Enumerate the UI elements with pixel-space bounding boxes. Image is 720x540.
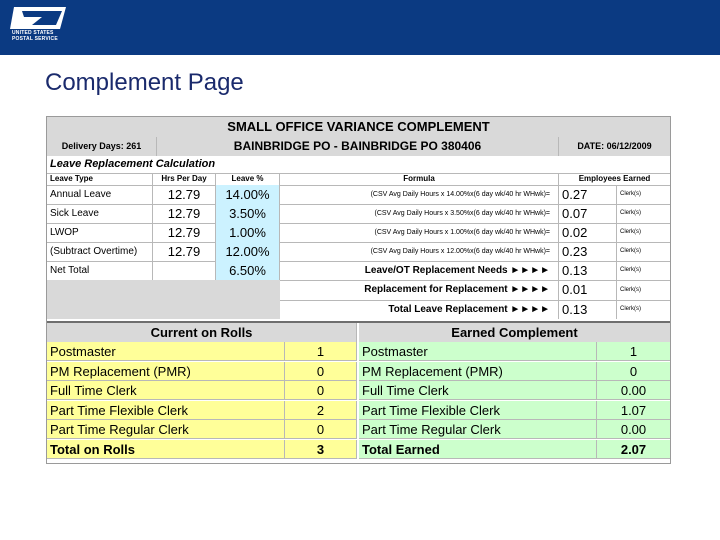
earned-complement-label: Total Earned — [359, 439, 597, 459]
earned-unit: Clerk(s) — [620, 229, 641, 235]
current-rolls-label: Part Time Regular Clerk — [47, 420, 285, 439]
sheet-title: SMALL OFFICE VARIANCE COMPLEMENT — [47, 117, 670, 137]
earned-complement-value: 2.07 — [597, 439, 670, 459]
employees-earned: 0.07 — [559, 204, 617, 223]
current-rolls-value: 0 — [285, 420, 357, 439]
replacement-row: Replacement for Replacement ►►►► 0.01 Cl… — [280, 280, 670, 301]
employees-earned: 0.27 — [559, 185, 617, 204]
roster-row: Part Time Regular Clerk 0 Part Time Regula… — [47, 420, 670, 439]
earned-complement-label: PM Replacement (PMR) — [359, 361, 597, 381]
earned-unit: Clerk(s) — [620, 210, 641, 216]
earned-complement-value: 0 — [597, 361, 670, 381]
replacement-value: 0.01 — [559, 280, 617, 300]
roster-total-row: Total on Rolls 3 Total Earned 2.07 — [47, 439, 670, 459]
hrs-per-day: 12.79 — [153, 242, 216, 261]
current-rolls-value: 3 — [285, 439, 357, 459]
leave-row: (Subtract Overtime) 12.79 12.00% (CSV Avg D… — [47, 242, 670, 262]
roster-row: Part Time Flexible Clerk 2 Part Time Flexi… — [47, 400, 670, 420]
roster-header-row: Current on Rolls Earned Complement — [47, 323, 670, 342]
earned-complement-title: Earned Complement — [359, 323, 670, 342]
leave-pct: 1.00% — [216, 223, 280, 242]
roster-row: Postmaster 1 Postmaster 1 — [47, 342, 670, 361]
earned-complement-value: 0.00 — [597, 381, 670, 400]
replacement-unit: Clerk(s) — [620, 287, 641, 293]
leave-pct: 12.00% — [216, 242, 280, 261]
formula: (CSV Avg Daily Hours x 14.00%x(6 day wk/… — [280, 185, 559, 204]
total-leave-value: 0.13 — [559, 300, 617, 319]
formula: Leave/OT Replacement Needs ►►►► — [280, 261, 559, 280]
current-rolls-value: 2 — [285, 400, 357, 420]
hrs-per-day: 12.79 — [153, 185, 216, 204]
complement-spreadsheet: SMALL OFFICE VARIANCE COMPLEMENT Deliver… — [46, 116, 671, 464]
roster-row: PM Replacement (PMR) 0 PM Replacement (PMR… — [47, 361, 670, 381]
leave-row: Annual Leave 12.79 14.00% (CSV Avg Daily Ho… — [47, 185, 670, 205]
leave-pct: 6.50% — [216, 261, 280, 280]
total-leave-label: Total Leave Replacement ►►►► — [280, 300, 559, 319]
earned-complement-label: Part Time Regular Clerk — [359, 420, 597, 439]
leave-type: (Subtract Overtime) — [47, 242, 153, 261]
formula: (CSV Avg Daily Hours x 12.00%x(6 day wk/… — [280, 242, 559, 261]
leave-type: Sick Leave — [47, 204, 153, 223]
earned-complement-label: Full Time Clerk — [359, 381, 597, 400]
employees-earned: 0.02 — [559, 223, 617, 242]
delivery-days: Delivery Days: 261 — [47, 137, 157, 156]
col-leave-type: Leave Type — [47, 173, 153, 185]
formula: (CSV Avg Daily Hours x 1.00%x(6 day wk/4… — [280, 223, 559, 242]
roster-row: Full Time Clerk 0 Full Time Clerk 0.00 — [47, 381, 670, 400]
employees-earned: 0.13 — [559, 261, 617, 280]
current-rolls-label: PM Replacement (PMR) — [47, 361, 285, 381]
current-rolls-value: 0 — [285, 381, 357, 400]
formula: (CSV Avg Daily Hours x 3.50%x(6 day wk/4… — [280, 204, 559, 223]
section-title: Leave Replacement Calculation — [50, 158, 216, 170]
col-leave-pct: Leave % — [216, 173, 280, 185]
logo-text: UNITED STATES POSTAL SERVICE — [12, 30, 58, 42]
info-row: Delivery Days: 261 BAINBRIDGE PO - BAINB… — [47, 137, 670, 156]
current-rolls-value: 1 — [285, 342, 357, 361]
earned-complement-label: Part Time Flexible Clerk — [359, 400, 597, 420]
hrs-per-day: 12.79 — [153, 204, 216, 223]
current-rolls-label: Part Time Flexible Clerk — [47, 400, 285, 420]
col-employees-earned: Employees Earned — [578, 174, 651, 183]
office-name: BAINBRIDGE PO - BAINBRIDGE PO 380406 — [157, 137, 559, 156]
current-rolls-title: Current on Rolls — [47, 323, 357, 342]
current-rolls-label: Full Time Clerk — [47, 381, 285, 400]
hrs-per-day: 12.79 — [153, 223, 216, 242]
leave-row: Net Total 6.50% Leave/OT Replacement Needs… — [47, 261, 670, 281]
earned-unit: Clerk(s) — [620, 267, 641, 273]
current-rolls-value: 0 — [285, 361, 357, 381]
earned-unit: Clerk(s) — [620, 191, 641, 197]
leave-pct: 3.50% — [216, 204, 280, 223]
leave-row: LWOP 12.79 1.00% (CSV Avg Daily Hours x 1.0… — [47, 223, 670, 243]
current-rolls-label: Total on Rolls — [47, 439, 285, 459]
leave-type: Net Total — [47, 261, 153, 280]
employees-earned: 0.23 — [559, 242, 617, 261]
total-leave-unit: Clerk(s) — [620, 306, 641, 312]
page-title: Complement Page — [45, 69, 244, 96]
col-hrs-per-day: Hrs Per Day — [153, 173, 216, 185]
earned-complement-label: Postmaster — [359, 342, 597, 361]
earned-complement-value: 1 — [597, 342, 670, 361]
section-title-row: Leave Replacement Calculation — [47, 156, 670, 174]
leave-type: LWOP — [47, 223, 153, 242]
hrs-per-day — [153, 261, 216, 280]
col-formula: Formula — [280, 173, 559, 185]
header-bar: UNITED STATES POSTAL SERVICE — [0, 0, 720, 55]
earned-complement-value: 1.07 — [597, 400, 670, 420]
total-leave-row: Total Leave Replacement ►►►► 0.13 Clerk(… — [280, 300, 670, 319]
earned-unit: Clerk(s) — [620, 248, 641, 254]
earned-complement-value: 0.00 — [597, 420, 670, 439]
replacement-label: Replacement for Replacement ►►►► — [280, 280, 559, 300]
current-rolls-label: Postmaster — [47, 342, 285, 361]
leave-row: Sick Leave 12.79 3.50% (CSV Avg Daily Hours… — [47, 204, 670, 224]
report-date: DATE: 06/12/2009 — [559, 137, 670, 156]
blank-gray-area — [47, 280, 280, 319]
sheet-title-row: SMALL OFFICE VARIANCE COMPLEMENT — [47, 117, 670, 137]
leave-type: Annual Leave — [47, 185, 153, 204]
leave-pct: 14.00% — [216, 185, 280, 204]
